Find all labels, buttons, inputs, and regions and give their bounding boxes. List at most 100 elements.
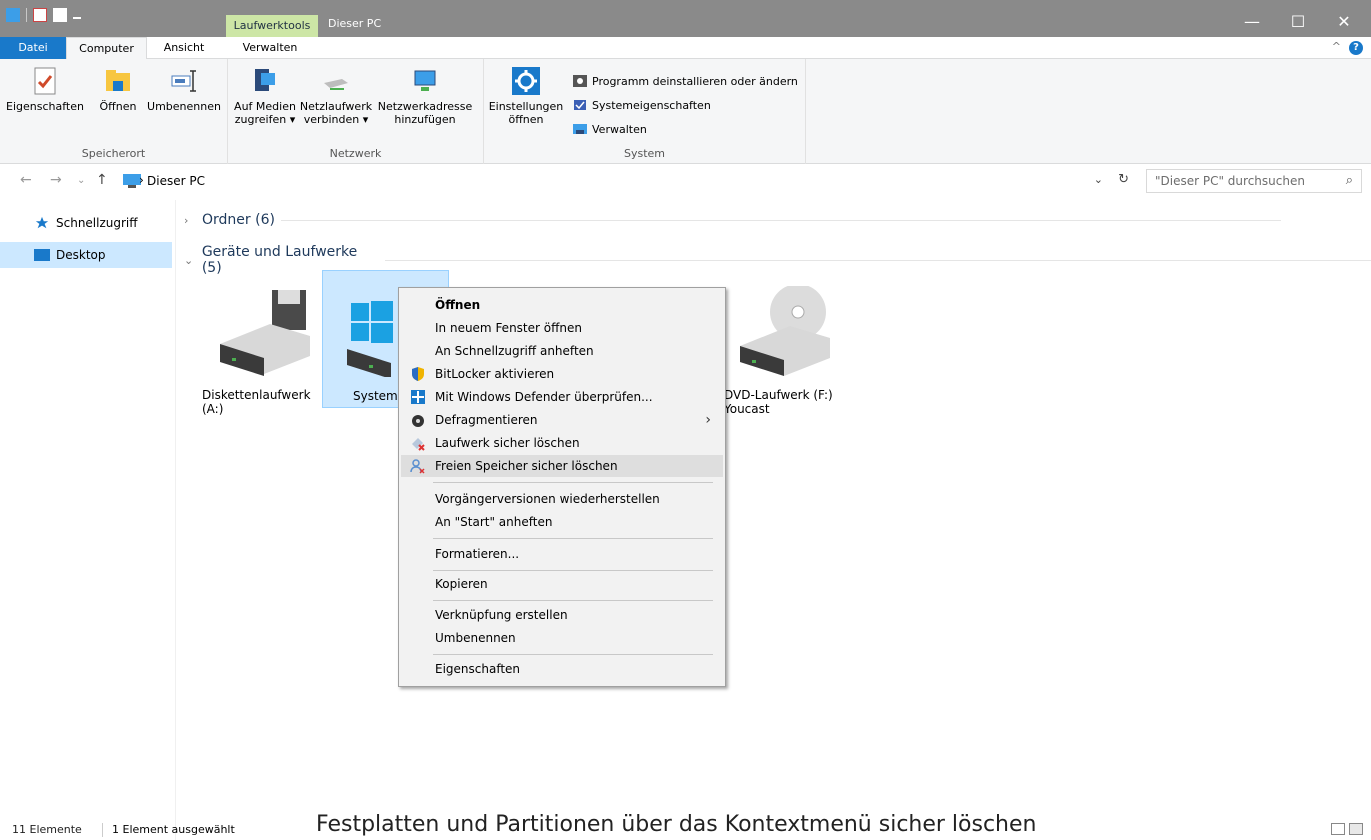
add-network-location-button[interactable]: Netzwerkadresse hinzufügen — [376, 65, 474, 126]
system-properties-button[interactable]: Systemeigenschaften — [572, 97, 711, 113]
defender-icon — [411, 390, 425, 404]
media-label-1: Auf Medien — [234, 100, 296, 113]
properties-button[interactable]: Eigenschaften — [2, 65, 88, 113]
ribbon-tabs: Datei Computer Ansicht Verwalten ^ ? — [0, 37, 1371, 60]
ribbon: Eigenschaften Öffnen Umbenennen Speicher… — [0, 59, 1371, 164]
sysprops-label: Systemeigenschaften — [592, 98, 711, 112]
uninstall-program-button[interactable]: Programm deinstallieren oder ändern — [572, 73, 798, 89]
dvd-drive-icon — [740, 286, 830, 376]
new-folder-icon[interactable] — [53, 8, 67, 22]
close-button[interactable]: ✕ — [1321, 10, 1367, 34]
help-icon[interactable]: ? — [1349, 41, 1363, 55]
contextual-tab-drive-tools[interactable]: Laufwerktools — [226, 15, 318, 37]
menu-item-restore-versions[interactable]: Vorgängerversionen wiederherstellen — [401, 488, 723, 510]
breadcrumb-separator[interactable]: › — [139, 173, 144, 187]
group-system: Einstellungen öffnen Programm deinstalli… — [484, 59, 806, 164]
uninstall-label: Programm deinstallieren oder ändern — [592, 74, 798, 88]
section-folders[interactable]: › Ordner (6) — [184, 212, 1281, 228]
settings-label-1: Einstellungen — [488, 100, 564, 113]
menu-item-create-shortcut[interactable]: Verknüpfung erstellen — [401, 604, 723, 626]
menu-separator — [433, 482, 713, 483]
status-selection: 1 Element ausgewählt — [112, 823, 235, 836]
address-bar[interactable]: › Dieser PC ⌄ ↻ — [116, 169, 1140, 193]
collapse-chevron-icon[interactable]: ⌄ — [184, 254, 196, 267]
drive-label-dvd: DVD-Laufwerk (F:) Youcast — [724, 388, 833, 416]
collapse-ribbon-button[interactable]: ^ — [1332, 40, 1341, 53]
details-view-icon[interactable] — [1331, 823, 1345, 835]
programs-icon — [573, 75, 587, 87]
tab-manage[interactable]: Verwalten — [226, 37, 314, 59]
menu-item-bitlocker[interactable]: BitLocker aktivieren — [401, 363, 723, 385]
view-buttons — [1331, 823, 1363, 835]
settings-label-2: öffnen — [508, 113, 544, 126]
menu-item-pin-quick-access[interactable]: An Schnellzugriff anheften — [401, 340, 723, 362]
drive-dvd[interactable]: DVD-Laufwerk (F:) Youcast — [716, 270, 843, 416]
menu-item-defender-scan[interactable]: Mit Windows Defender überprüfen... — [401, 386, 723, 408]
manage-icon — [573, 124, 587, 134]
mapdrive-label-1: Netzlaufwerk — [299, 100, 373, 113]
menu-item-copy[interactable]: Kopieren — [401, 573, 723, 595]
map-network-drive-button[interactable]: Netzlaufwerk verbinden ▾ — [298, 65, 374, 126]
menu-separator — [433, 538, 713, 539]
menu-item-rename[interactable]: Umbenennen — [401, 627, 723, 649]
netaddr-label-2: hinzufügen — [394, 113, 456, 126]
maximize-button[interactable]: ☐ — [1275, 10, 1321, 34]
expand-chevron-icon[interactable]: › — [184, 214, 196, 227]
status-separator — [102, 823, 103, 837]
media-access-button[interactable]: Auf Medien zugreifen ▾ — [232, 65, 298, 126]
search-input[interactable]: "Dieser PC" durchsuchen ⌕ — [1146, 169, 1362, 193]
system-properties-icon — [574, 100, 586, 110]
defrag-icon — [412, 415, 424, 427]
computer-icon[interactable] — [6, 8, 20, 22]
minimize-button[interactable]: — — [1229, 10, 1275, 34]
pane-divider[interactable] — [175, 200, 176, 840]
properties-check-icon[interactable] — [33, 8, 47, 22]
navigation-pane: Schnellzugriff Desktop — [0, 200, 175, 820]
properties-label: Eigenschaften — [6, 100, 84, 113]
nav-item-desktop[interactable]: Desktop — [0, 242, 172, 268]
address-dropdown-icon[interactable]: ⌄ — [1094, 173, 1103, 186]
menu-separator — [433, 570, 713, 571]
menu-item-open[interactable]: Öffnen — [401, 294, 723, 316]
menu-item-secure-erase-free-space[interactable]: Freien Speicher sicher löschen — [401, 455, 723, 477]
settings-gear-icon — [512, 67, 540, 95]
status-item-count: 11 Elemente — [12, 823, 82, 836]
rename-button[interactable]: Umbenennen — [142, 65, 226, 113]
group-location: Eigenschaften Öffnen Umbenennen Speicher… — [0, 59, 228, 164]
large-icons-view-icon[interactable] — [1349, 823, 1363, 835]
customize-qat-icon[interactable] — [73, 11, 81, 19]
drive-floppy[interactable]: Diskettenlaufwerk (A:) — [196, 270, 323, 416]
menu-item-open-new-window[interactable]: In neuem Fenster öffnen — [401, 317, 723, 339]
rename-icon — [171, 70, 196, 92]
tab-file[interactable]: Datei — [0, 37, 66, 59]
menu-item-properties[interactable]: Eigenschaften — [401, 658, 723, 680]
address-row: ← → ⌄ ↑ › Dieser PC ⌄ ↻ "Dieser PC" durc… — [0, 166, 1371, 196]
network-location-icon — [414, 70, 436, 91]
open-settings-button[interactable]: Einstellungen öffnen — [486, 65, 566, 126]
menu-item-format[interactable]: Formatieren... — [401, 543, 723, 565]
netaddr-label-1: Netzwerkadresse — [377, 100, 473, 113]
desktop-icon — [34, 249, 50, 261]
tab-view[interactable]: Ansicht — [148, 37, 220, 59]
menu-item-pin-start[interactable]: An "Start" anheften — [401, 511, 723, 533]
section-rule — [385, 259, 1371, 261]
group-label-system: System — [623, 147, 666, 160]
recent-chevron-icon[interactable]: ⌄ — [77, 175, 85, 186]
menu-item-secure-erase-drive[interactable]: Laufwerk sicher löschen — [401, 432, 723, 454]
up-arrow-icon[interactable]: ↑ — [96, 172, 108, 188]
breadcrumb-this-pc[interactable]: Dieser PC — [147, 174, 205, 188]
forward-arrow-icon[interactable]: → — [50, 172, 62, 188]
qat-separator — [26, 8, 27, 22]
nav-item-quick-access[interactable]: Schnellzugriff — [0, 210, 172, 236]
submenu-arrow-icon: › — [705, 412, 711, 428]
manage-computer-button[interactable]: Verwalten — [572, 121, 647, 137]
tab-computer[interactable]: Computer — [66, 37, 147, 60]
eraser-users-icon — [410, 459, 425, 474]
menu-separator — [433, 654, 713, 655]
mapdrive-label-2: verbinden ▾ — [303, 113, 369, 126]
open-button[interactable]: Öffnen — [94, 65, 142, 113]
search-icon[interactable]: ⌕ — [1346, 173, 1353, 188]
refresh-icon[interactable]: ↻ — [1118, 172, 1129, 187]
menu-item-defragment[interactable]: Defragmentieren › — [401, 409, 723, 431]
back-arrow-icon[interactable]: ← — [20, 172, 32, 188]
